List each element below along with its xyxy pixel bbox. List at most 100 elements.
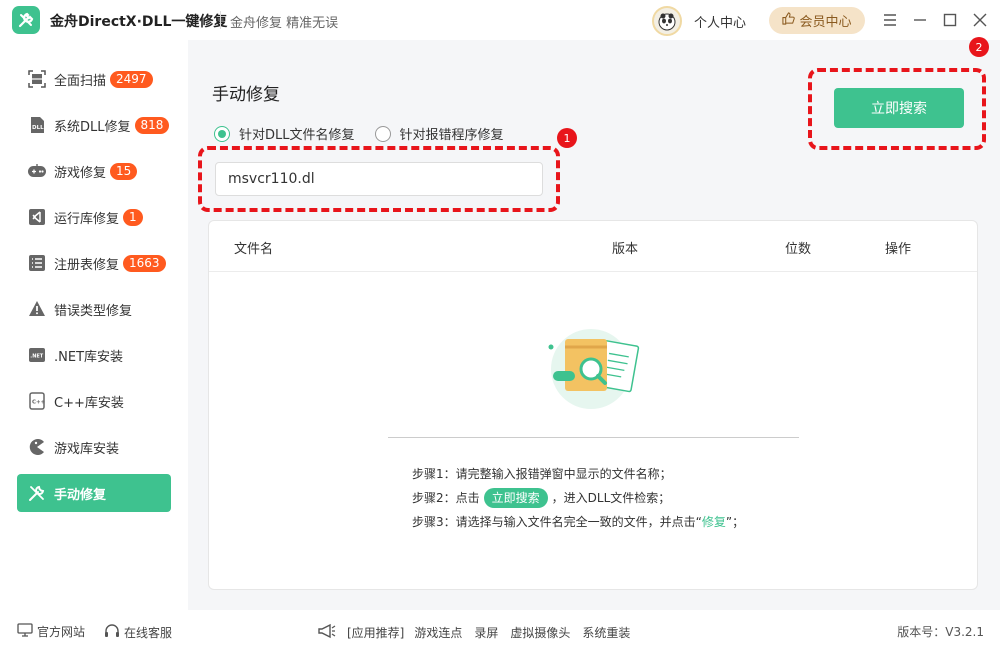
radio-checked-icon [214,125,230,142]
repair-mode-group: 针对DLL文件名修复 针对报错程序修复 [214,124,524,143]
megaphone-icon [317,623,337,642]
footer-link-screen-record[interactable]: 录屏 [474,624,498,641]
app-logo-icon [12,6,40,34]
table-header: 文件名 版本 位数 操作 [209,221,977,272]
thumbs-up-icon [782,12,796,29]
sidebar-item-label: 运行库修复 [54,211,120,227]
radio-label: 针对DLL文件名修复 [239,128,355,143]
title-divider [220,11,221,29]
sidebar-item-label: 游戏修复 [54,165,107,181]
radio-unchecked-icon [374,125,391,142]
column-version: 版本 [612,242,639,257]
inline-search-button[interactable]: 立即搜索 [483,488,548,508]
cpp-icon: C++ [27,391,47,411]
svg-text:DLL: DLL [32,125,44,131]
step-marker-2: 2 [969,37,989,57]
title-bar: 金舟DirectX·DLL一键修复 金舟修复 精准无误 个人中心 会员中心 [0,0,1000,40]
column-filename: 文件名 [234,242,274,257]
dotnet-icon: .NET [27,345,47,365]
sidebar-item-label: .NET库安装 [54,349,124,365]
count-badge: 1 [123,208,143,226]
sidebar-item-system-dll[interactable]: DLL 系统DLL修复 818 [17,106,171,144]
home-icon [17,623,33,640]
step-3-prefix: 步骤3：请选择与输入文件名完全一致的文件，并点击“ [412,515,702,529]
recommend-section: [应用推荐] 游戏连点 录屏 虚拟摄像头 系统重装 [317,623,630,642]
footer-link-autoclicker[interactable]: 游戏连点 [414,624,462,641]
sidebar-item-label: 系统DLL修复 [54,119,131,135]
step-marker-1: 1 [557,128,577,148]
dll-filename-input[interactable] [215,162,543,196]
step-3-suffix: ”； [725,515,745,529]
step-2-suffix: ，进入DLL文件检索； [551,491,671,505]
repair-keyword: 修复 [701,515,726,529]
svg-text:.NET: .NET [30,354,43,360]
step-2-prefix: 步骤2：点击 [412,491,480,505]
sidebar-item-label: 手动修复 [54,487,107,503]
sidebar-item-label: 全面扫描 [54,73,107,89]
radio-dll-filename[interactable]: 针对DLL文件名修复 [214,124,355,143]
sidebar-item-game-library[interactable]: 游戏库安装 [17,428,171,466]
step-3: 步骤3：请选择与输入文件名完全一致的文件，并点击“ 修复”； [412,510,744,534]
page-title: 手动修复 [212,85,280,105]
sidebar-item-label: 注册表修复 [54,257,120,273]
count-badge: 1663 [123,254,166,272]
dll-icon: DLL [27,115,47,135]
sidebar: 全面扫描 2497 DLL 系统DLL修复 818 游戏修复 15 运行库修复 … [0,40,188,610]
user-avatar[interactable] [652,6,682,36]
column-action: 操作 [885,242,912,257]
sidebar-item-cpp[interactable]: C++ C++库安装 [17,382,171,420]
instructions: 步骤1：请完整输入报错弹窗中显示的文件名称； 步骤2：点击 立即搜索 ，进入DL… [412,462,744,534]
footer-link-system-reinstall[interactable]: 系统重装 [582,624,630,641]
menu-icon[interactable] [880,10,900,30]
recommend-label: [应用推荐] [347,626,405,640]
vip-center-button[interactable]: 会员中心 [769,7,865,34]
app-subtitle: 金舟修复 精准无误 [230,16,339,31]
warning-icon [27,299,47,319]
sidebar-item-game-repair[interactable]: 游戏修复 15 [17,152,171,190]
close-icon[interactable] [970,10,990,30]
step-1-text: 步骤1：请完整输入报错弹窗中显示的文件名称； [412,467,672,481]
footer-link-virtual-camera[interactable]: 虚拟摄像头 [510,624,570,641]
sidebar-item-label: 错误类型修复 [54,303,133,319]
divider [388,437,799,438]
main-content: 手动修复 针对DLL文件名修复 针对报错程序修复 1 2 立即搜索 文件名 版本… [188,37,1000,610]
pacman-icon [27,437,47,457]
minimize-icon[interactable] [910,10,930,30]
official-site-label: 官方网站 [37,625,86,639]
online-service-link[interactable]: 在线客服 [104,623,172,642]
sidebar-item-full-scan[interactable]: 全面扫描 2497 [17,60,171,98]
count-badge: 818 [134,116,170,134]
user-center-link[interactable]: 个人中心 [694,12,746,31]
sidebar-item-label: C++库安装 [54,395,124,411]
gamepad-icon [27,161,47,181]
search-now-button[interactable]: 立即搜索 [834,88,964,128]
step-2: 步骤2：点击 立即搜索 ，进入DLL文件检索； [412,486,744,510]
sidebar-item-label: 游戏库安装 [54,441,120,457]
step-1: 步骤1：请完整输入报错弹窗中显示的文件名称； [412,462,744,486]
sidebar-item-error-type[interactable]: 错误类型修复 [17,290,171,328]
count-badge: 2497 [110,70,153,88]
vs-runtime-icon [27,207,47,227]
count-badge: 15 [110,162,138,180]
sidebar-item-dotnet[interactable]: .NET .NET库安装 [17,336,171,374]
empty-state-illustration-icon [545,325,645,415]
sidebar-item-manual-repair[interactable]: 手动修复 [17,474,171,512]
footer: 官方网站 在线客服 [应用推荐] 游戏连点 录屏 虚拟摄像头 系统重装 版本号：… [0,610,1000,650]
headset-icon [104,623,120,642]
version-label: 版本号：V3.2.1 [897,625,984,639]
registry-icon [27,253,47,273]
app-title: 金舟DirectX·DLL一键修复 [50,14,228,30]
radio-error-program[interactable]: 针对报错程序修复 [374,124,504,143]
radio-label: 针对报错程序修复 [399,128,504,143]
results-panel: 文件名 版本 位数 操作 步骤1：请完整输入报错弹窗中显示的文件名称； 步骤2：… [208,220,978,590]
sidebar-item-registry-repair[interactable]: 注册表修复 1663 [17,244,171,282]
online-service-label: 在线客服 [124,626,173,640]
maximize-icon[interactable] [940,10,960,30]
column-bits: 位数 [785,242,812,257]
tools-icon [27,483,47,503]
sidebar-item-runtime-repair[interactable]: 运行库修复 1 [17,198,171,236]
official-site-link[interactable]: 官方网站 [17,623,85,640]
vip-center-label: 会员中心 [799,15,852,30]
svg-text:C++: C++ [32,400,46,406]
scan-icon [27,69,47,89]
